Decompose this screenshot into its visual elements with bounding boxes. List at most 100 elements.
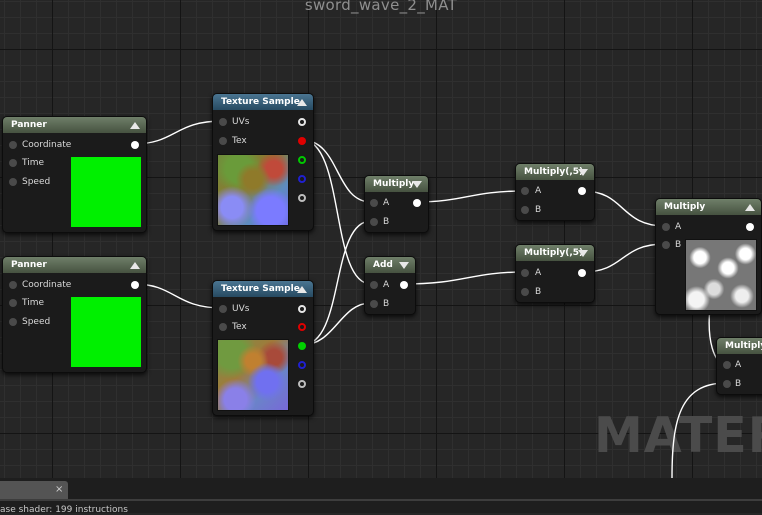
multiply-node[interactable]: Multiply A B [716, 337, 762, 395]
a-input-pin[interactable] [521, 187, 529, 195]
red-output-pin[interactable] [298, 137, 306, 145]
pin-label: Time [22, 298, 45, 308]
output-pin[interactable] [131, 141, 139, 149]
node-title: Panner [11, 260, 47, 270]
alpha-output-pin[interactable] [298, 194, 306, 202]
time-input-pin[interactable] [9, 299, 17, 307]
texture-preview [217, 154, 289, 226]
pin-label: B [675, 240, 682, 250]
output-pin[interactable] [413, 199, 421, 207]
panner-node[interactable]: Panner Coordinate Time Speed [2, 256, 147, 373]
uvs-input-pin[interactable] [219, 305, 227, 313]
blue-output-pin[interactable] [298, 175, 306, 183]
collapse-arrow-icon[interactable] [745, 204, 755, 211]
add-node[interactable]: Add A B [364, 256, 416, 315]
pin-label: UVs [232, 304, 250, 314]
coordinate-input-pin[interactable] [9, 281, 17, 289]
texture-preview [217, 339, 289, 411]
a-input-pin[interactable] [370, 199, 378, 207]
b-input-pin[interactable] [521, 288, 529, 296]
speed-input-pin[interactable] [9, 318, 17, 326]
tex-input-pin[interactable] [219, 323, 227, 331]
blue-output-pin[interactable] [298, 361, 306, 369]
pin-label: Coordinate [22, 280, 72, 290]
node-header[interactable]: Multiply [365, 176, 428, 192]
pin-label: B [383, 299, 390, 309]
pin-label: A [535, 268, 542, 278]
pin-label: A [383, 280, 390, 290]
close-icon[interactable]: × [55, 484, 63, 496]
tex-input-pin[interactable] [219, 137, 227, 145]
pin-label: A [675, 222, 682, 232]
shader-stats-text: ase shader: 199 instructions [0, 505, 128, 515]
multiply-constant-node[interactable]: Multiply(,5) A B [515, 163, 595, 221]
time-input-pin[interactable] [9, 159, 17, 167]
connection-wires [133, 120, 760, 478]
texture-sample-node[interactable]: Texture Sample UVs Tex [212, 280, 314, 416]
b-input-pin[interactable] [370, 300, 378, 308]
material-graph-canvas[interactable]: sword_wave_2_MAT MATERIA Panner Coordina… [0, 0, 762, 478]
green-output-pin[interactable] [298, 342, 306, 350]
pin-label: A [383, 198, 390, 208]
collapse-arrow-icon[interactable] [578, 169, 588, 176]
pin-label: A [535, 186, 542, 196]
multiply-node[interactable]: Multiply A B [364, 175, 429, 233]
rgb-output-pin[interactable] [298, 118, 306, 126]
output-pin[interactable] [578, 269, 586, 277]
node-header[interactable]: Multiply(,5) [516, 245, 594, 261]
a-input-pin[interactable] [370, 281, 378, 289]
pin-label: Tex [232, 322, 247, 332]
red-output-pin[interactable] [298, 323, 306, 331]
node-header[interactable]: Panner [3, 117, 146, 133]
collapse-arrow-icon[interactable] [412, 181, 422, 188]
pin-label: Tex [232, 136, 247, 146]
b-input-pin[interactable] [521, 206, 529, 214]
b-input-pin[interactable] [370, 218, 378, 226]
preview-swatch [71, 297, 141, 367]
node-header[interactable]: Multiply [656, 199, 761, 215]
collapse-arrow-icon[interactable] [578, 250, 588, 257]
coordinate-input-pin[interactable] [9, 141, 17, 149]
a-input-pin[interactable] [521, 269, 529, 277]
wire-multiply3-to-multiply4-b [582, 243, 666, 273]
panner-node[interactable]: Panner Coordinate Time Speed [2, 116, 147, 233]
collapse-arrow-icon[interactable] [399, 262, 409, 269]
collapse-arrow-icon[interactable] [130, 122, 140, 129]
collapse-arrow-icon[interactable] [297, 99, 307, 106]
alpha-output-pin[interactable] [298, 380, 306, 388]
node-header[interactable]: Multiply(,5) [516, 164, 594, 180]
wire-multiply2-to-multiply4-a [582, 190, 666, 227]
green-output-pin[interactable] [298, 156, 306, 164]
node-header[interactable]: Panner [3, 257, 146, 273]
pin-label: B [535, 205, 542, 215]
texture-sample-node[interactable]: Texture Sample UVs Tex [212, 93, 314, 231]
b-input-pin[interactable] [723, 380, 731, 388]
pin-label: UVs [232, 117, 250, 127]
a-input-pin[interactable] [662, 223, 670, 231]
output-pin[interactable] [131, 281, 139, 289]
node-title: Panner [11, 120, 47, 130]
pin-label: Time [22, 158, 45, 168]
a-input-pin[interactable] [723, 361, 731, 369]
collapse-arrow-icon[interactable] [130, 262, 140, 269]
uvs-input-pin[interactable] [219, 118, 227, 126]
output-pin[interactable] [746, 223, 754, 231]
multiply-constant-node[interactable]: Multiply(,5) A B [515, 244, 595, 303]
pin-label: Speed [22, 317, 51, 327]
wire-panner1-to-texsample1 [133, 120, 223, 145]
node-header[interactable]: Texture Sample [213, 281, 313, 297]
b-input-pin[interactable] [662, 241, 670, 249]
node-title: Multiply(,5) [524, 167, 584, 177]
speed-input-pin[interactable] [9, 178, 17, 186]
node-header[interactable]: Add [365, 257, 415, 273]
collapse-arrow-icon[interactable] [297, 286, 307, 293]
node-title: Texture Sample [221, 284, 300, 294]
rgb-output-pin[interactable] [298, 305, 306, 313]
multiply-node[interactable]: Multiply A B [655, 198, 762, 315]
node-header[interactable]: Multiply [717, 338, 762, 354]
output-pin[interactable] [400, 281, 408, 289]
output-pin[interactable] [578, 187, 586, 195]
node-header[interactable]: Texture Sample [213, 94, 313, 110]
pin-label: Coordinate [22, 140, 72, 150]
node-title: Multiply [664, 202, 706, 212]
